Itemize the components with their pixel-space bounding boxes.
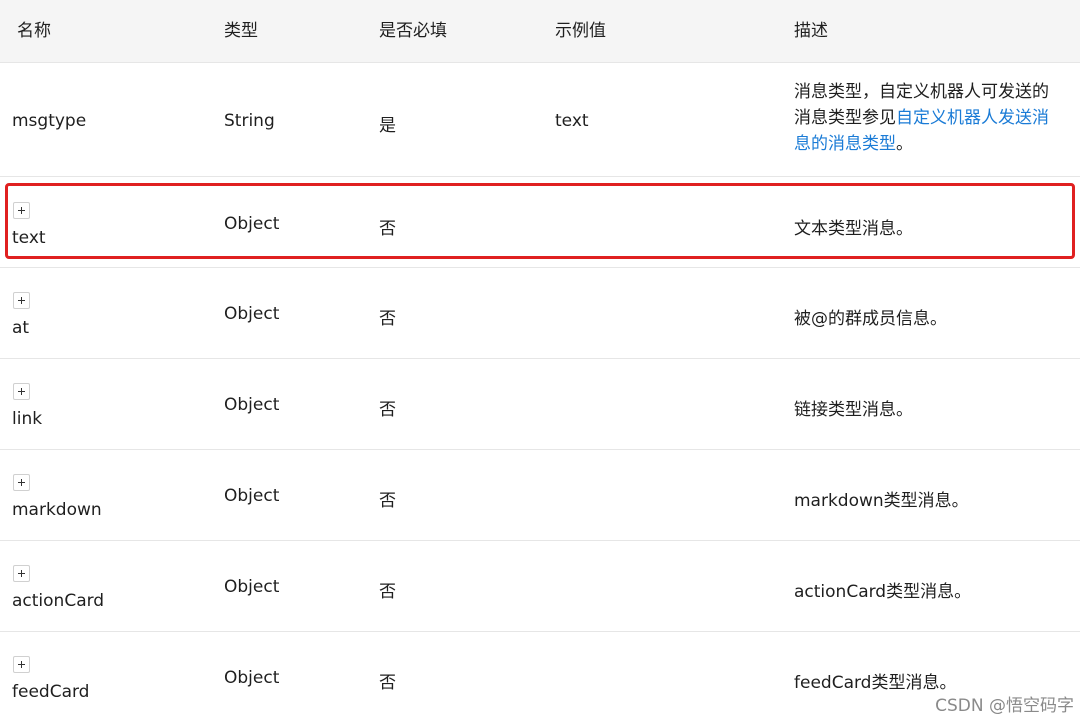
param-description: 链接类型消息。 xyxy=(794,400,913,420)
param-required: 否 xyxy=(379,309,396,329)
param-name: markdown xyxy=(12,500,102,520)
param-name: link xyxy=(12,409,43,429)
table-row-actioncard: actionCard Object 否 actionCard类型消息。 xyxy=(0,541,1080,632)
param-required: 是 xyxy=(379,116,396,136)
param-type: Object xyxy=(224,486,280,506)
param-name: msgtype xyxy=(12,111,87,131)
params-table-page: 名称 类型 是否必填 示例值 描述 msgtype String 是 text … xyxy=(0,0,1080,722)
param-name: actionCard xyxy=(12,591,105,611)
header-type: 类型 xyxy=(224,21,258,41)
param-required: 否 xyxy=(379,491,396,511)
param-description: 文本类型消息。 xyxy=(794,219,913,239)
header-example: 示例值 xyxy=(555,21,606,41)
param-required: 否 xyxy=(379,582,396,602)
param-type: Object xyxy=(224,668,280,688)
expand-button[interactable] xyxy=(13,656,30,673)
param-name: feedCard xyxy=(12,682,90,702)
param-required: 否 xyxy=(379,400,396,420)
header-name: 名称 xyxy=(17,21,51,41)
table-row-at: at Object 否 被@的群成员信息。 xyxy=(0,268,1080,359)
param-type: Object xyxy=(224,395,280,415)
expand-button[interactable] xyxy=(13,383,30,400)
expand-button[interactable] xyxy=(13,292,30,309)
param-type: Object xyxy=(224,214,280,234)
expand-button[interactable] xyxy=(13,474,30,491)
param-type: Object xyxy=(224,577,280,597)
param-type: Object xyxy=(224,304,280,324)
param-description: 被@的群成员信息。 xyxy=(794,309,947,329)
table-header: 名称 类型 是否必填 示例值 描述 xyxy=(0,0,1080,63)
expand-button[interactable] xyxy=(13,202,30,219)
param-description: markdown类型消息。 xyxy=(794,491,969,511)
param-description: actionCard类型消息。 xyxy=(794,582,972,602)
table-row-feedcard: feedCard Object 否 feedCard类型消息。 xyxy=(0,632,1080,722)
table-row-text: text Object 否 文本类型消息。 xyxy=(0,177,1080,268)
table-row-markdown: markdown Object 否 markdown类型消息。 xyxy=(0,450,1080,541)
param-required: 否 xyxy=(379,219,396,239)
param-name: at xyxy=(12,318,30,338)
param-required: 否 xyxy=(379,673,396,693)
header-required: 是否必填 xyxy=(379,21,447,41)
header-description: 描述 xyxy=(794,21,828,41)
param-description: feedCard类型消息。 xyxy=(794,673,957,693)
description-suffix: 。 xyxy=(896,134,913,154)
param-description: 消息类型，自定义机器人可发送的消息类型参见自定义机器人发送消息的消息类型。 xyxy=(794,79,1064,157)
param-example: text xyxy=(555,111,589,131)
expand-button[interactable] xyxy=(13,565,30,582)
param-name: text xyxy=(12,228,46,248)
table-row-link: link Object 否 链接类型消息。 xyxy=(0,359,1080,450)
param-type: String xyxy=(224,111,275,131)
table-row-msgtype: msgtype String 是 text 消息类型，自定义机器人可发送的消息类… xyxy=(0,63,1080,177)
watermark: CSDN @悟空码字 xyxy=(935,696,1074,716)
